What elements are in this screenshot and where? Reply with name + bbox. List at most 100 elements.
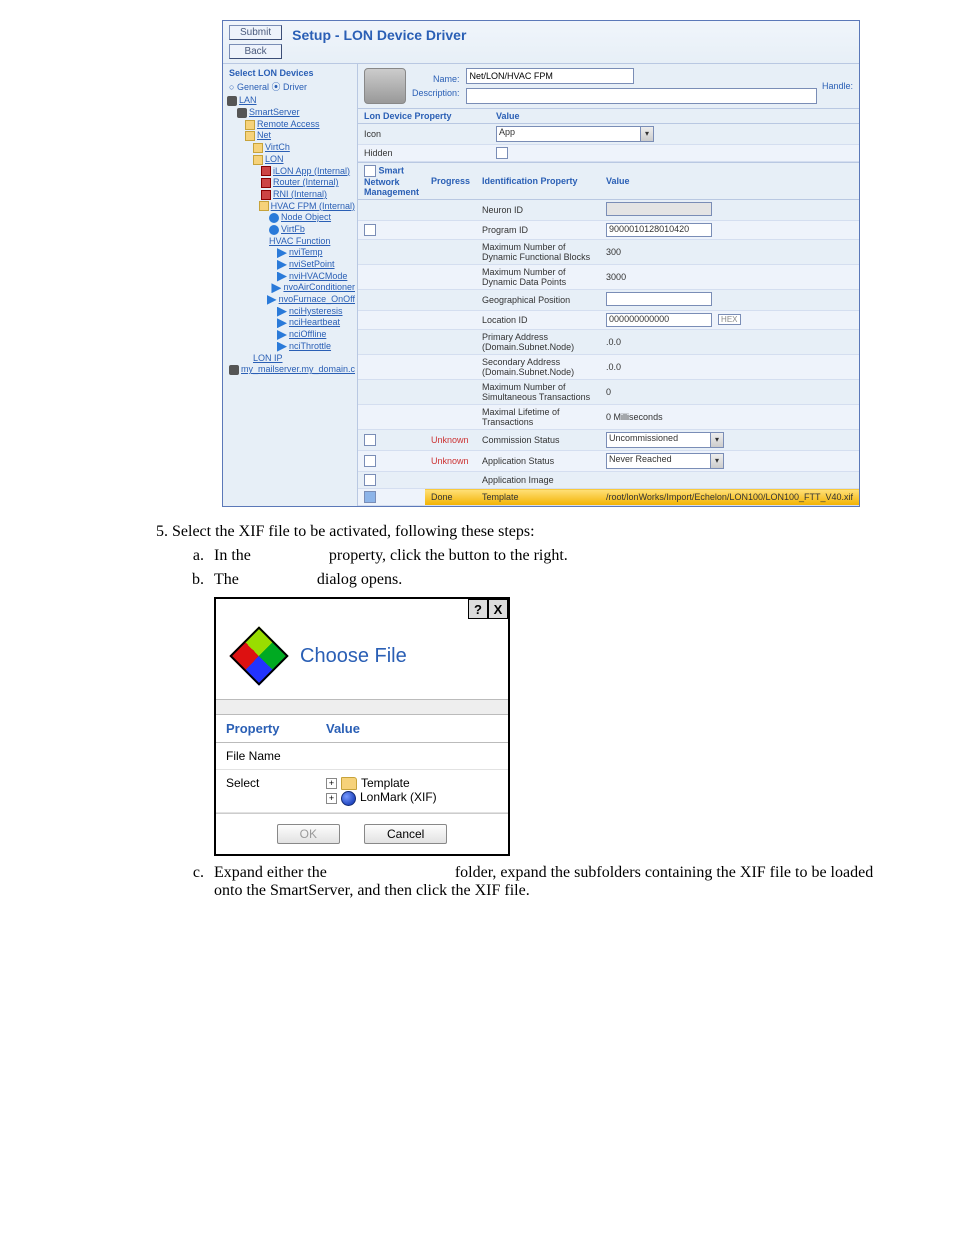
setup-title: Setup - LON Device Driver <box>292 25 466 43</box>
tree-ncihyst[interactable]: nciHysteresis <box>289 306 343 318</box>
tree-ilon[interactable]: iLON App (Internal) <box>273 166 350 178</box>
table-row: Location ID000000000000HEX <box>358 311 859 330</box>
snm-checkbox[interactable] <box>364 165 376 177</box>
cancel-button[interactable]: Cancel <box>364 824 447 844</box>
name-input[interactable] <box>466 68 634 84</box>
row-checkbox[interactable] <box>364 455 376 467</box>
tree-lonip[interactable]: LON IP <box>253 353 283 365</box>
table-row: Icon App <box>358 124 859 145</box>
tree-nvihvacmode[interactable]: nviHVACMode <box>289 271 347 283</box>
name-label: Name: <box>412 74 460 84</box>
tree-remote[interactable]: Remote Access <box>257 119 320 131</box>
col-property: Lon Device Property <box>358 109 490 124</box>
table-row: UnknownCommission StatusUncommissioned <box>358 430 859 451</box>
lon-setup-screenshot: Submit Back Setup - LON Device Driver Se… <box>222 20 860 507</box>
step-5: Select the XIF file to be activated, fol… <box>172 523 874 900</box>
back-button[interactable]: Back <box>229 44 282 59</box>
identification-table: Smart Network Management Progress Identi… <box>358 162 859 506</box>
hidden-checkbox[interactable] <box>496 147 508 159</box>
value-input[interactable]: 000000000000 <box>606 313 712 327</box>
tree-ncithrottle[interactable]: nciThrottle <box>289 341 331 353</box>
col-id-property: Identification Property <box>476 163 600 200</box>
description-label: Description: <box>412 88 460 98</box>
expand-icon[interactable]: + <box>326 778 337 789</box>
tree-ncioffline[interactable]: nciOffline <box>289 329 326 341</box>
row-checkbox[interactable] <box>364 474 376 486</box>
select-label: Select <box>216 770 316 813</box>
dialog-col-value: Value <box>316 715 508 743</box>
table-row: Primary Address (Domain.Subnet.Node).0.0 <box>358 330 859 355</box>
device-property-table: Lon Device Property Value Icon App Hidde… <box>358 108 859 162</box>
table-row: Hidden <box>358 145 859 162</box>
tree-nodeobj[interactable]: Node Object <box>281 212 331 224</box>
dialog-titlebar: ? X <box>216 599 508 619</box>
value-input[interactable] <box>606 292 712 306</box>
device-icon <box>364 68 406 104</box>
folder-icon <box>341 777 357 790</box>
tree-nvitemp[interactable]: nviTemp <box>289 247 323 259</box>
tree-hvacfpm[interactable]: HVAC FPM (Internal) <box>271 201 355 213</box>
tree-nvofurnace[interactable]: nvoFurnace_OnOff <box>279 294 355 306</box>
expand-icon[interactable]: + <box>326 793 337 804</box>
table-row: DoneTemplate/root/lonWorks/Import/Echelo… <box>358 489 859 506</box>
row-checkbox[interactable] <box>364 434 376 446</box>
help-button[interactable]: ? <box>468 599 488 619</box>
value-select[interactable]: Uncommissioned <box>606 432 724 448</box>
view-mode-radios[interactable]: ○ General ⦿ Driver <box>223 82 357 96</box>
handle-label: Handle: <box>822 81 853 91</box>
value-select[interactable]: Never Reached <box>606 453 724 469</box>
submit-button[interactable]: Submit <box>229 25 282 40</box>
step-5c: Expand either the folder, expand the sub… <box>208 864 874 900</box>
globe-icon <box>341 791 356 806</box>
table-row: Program ID9000010128010420 <box>358 221 859 240</box>
dialog-separator <box>216 699 508 715</box>
main-panel: Name: Description: Handle: Lon Device Pr… <box>358 64 859 506</box>
value-readonly <box>606 202 712 216</box>
step-5b: The dialog opens. ? X Choose File <box>208 571 874 856</box>
ok-button[interactable]: OK <box>277 824 340 844</box>
instruction-list: Select the XIF file to be activated, fol… <box>0 523 954 900</box>
table-row: Maximal Lifetime of Transactions0 Millis… <box>358 405 859 430</box>
dialog-table: Property Value File Name Select +Templat <box>216 715 508 813</box>
tree-item-template[interactable]: +Template <box>326 776 498 790</box>
table-row: Maximum Number of Dynamic Functional Blo… <box>358 240 859 265</box>
table-row: Maximum Number of Simultaneous Transacti… <box>358 380 859 405</box>
tree-virtfb[interactable]: VirtFb <box>281 224 305 236</box>
table-row: Maximum Number of Dynamic Data Points300… <box>358 265 859 290</box>
col-id-value: Value <box>600 163 859 200</box>
tree-item-lonmark[interactable]: +LonMark (XIF) <box>326 790 498 805</box>
name-bar: Name: Description: Handle: <box>358 64 859 108</box>
row-checkbox[interactable] <box>364 224 376 236</box>
table-row: Geographical Position <box>358 290 859 311</box>
tree-mailserver[interactable]: my_mailserver.my_domain.com <box>241 364 355 376</box>
tree-smartserver[interactable]: SmartServer <box>249 107 300 119</box>
tree-net[interactable]: Net <box>257 130 271 142</box>
close-button[interactable]: X <box>488 599 508 619</box>
tree-nvisetpoint[interactable]: nviSetPoint <box>289 259 335 271</box>
tree-virtch[interactable]: VirtCh <box>265 142 290 154</box>
description-input[interactable] <box>466 88 817 104</box>
row-checkbox[interactable] <box>364 491 376 503</box>
tree-lon[interactable]: LON <box>265 154 284 166</box>
table-row: Neuron ID <box>358 200 859 221</box>
step-5a: In the property, click the button to the… <box>208 547 874 565</box>
col-value: Value <box>490 109 859 124</box>
nav-tree: Select LON Devices ○ General ⦿ Driver LA… <box>223 64 358 506</box>
tree-hvacfn[interactable]: HVAC Function <box>269 236 330 248</box>
tree-nciheart[interactable]: nciHeartbeat <box>289 317 340 329</box>
dialog-title: Choose File <box>300 645 407 668</box>
icon-select[interactable]: App <box>496 126 654 142</box>
nav-header: Select LON Devices <box>223 66 357 82</box>
tree-nvoac[interactable]: nvoAirConditioner <box>283 282 355 294</box>
table-row: UnknownApplication StatusNever Reached <box>358 451 859 472</box>
hex-badge: HEX <box>718 314 740 325</box>
tree-rni[interactable]: RNI (Internal) <box>273 189 327 201</box>
value-input[interactable]: 9000010128010420 <box>606 223 712 237</box>
tree-router[interactable]: Router (Internal) <box>273 177 339 189</box>
table-row: Application Image <box>358 472 859 489</box>
filename-label: File Name <box>216 743 316 770</box>
choose-file-dialog: ? X Choose File Property Value <box>214 597 510 856</box>
dialog-col-property: Property <box>216 715 316 743</box>
tree-lan[interactable]: LAN <box>239 95 257 107</box>
col-snm: Smart Network Management <box>358 163 425 200</box>
